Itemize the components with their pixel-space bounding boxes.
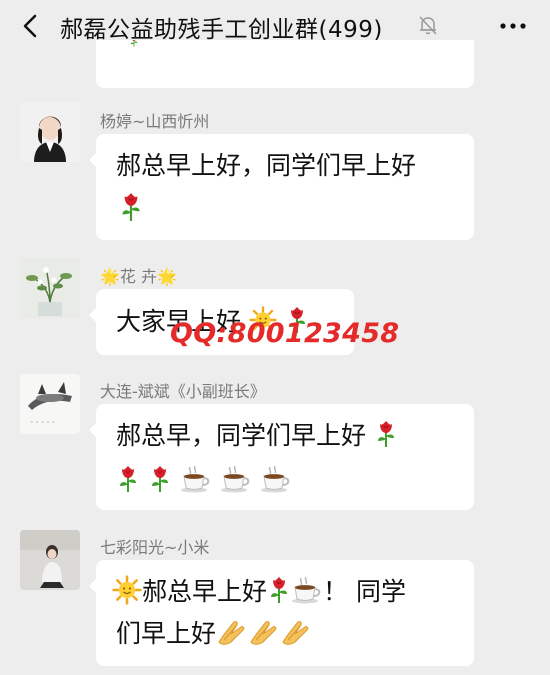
- message-emoji-line: [116, 458, 292, 498]
- avatar[interactable]: ◦ ◦ ◦ ◦ ◦: [20, 374, 80, 434]
- more-icon[interactable]: [496, 13, 530, 39]
- rose-emoji: [116, 465, 140, 493]
- message-bubble[interactable]: 郝总早上好！ 同学 们早上好: [89, 560, 474, 666]
- coffee-emoji: [180, 465, 212, 493]
- rose-emoji: [118, 192, 144, 222]
- sender-name: 杨婷~山西忻州: [100, 112, 210, 131]
- sender-name: 🌟花 卉🌟: [100, 267, 177, 286]
- pray-hands-emoji: [280, 618, 312, 646]
- avatar[interactable]: [20, 258, 80, 318]
- message-bubble[interactable]: 郝总早，同学们早上好: [89, 404, 474, 510]
- star-emoji: 🌟: [157, 267, 177, 286]
- rose-emoji: [124, 40, 144, 66]
- sun-emoji: [112, 575, 142, 605]
- message-text: 们早上好: [116, 614, 312, 654]
- star-emoji: 🌟: [100, 267, 120, 286]
- bell-off-icon: [419, 16, 437, 35]
- watermark: QQ:800123458: [170, 318, 400, 349]
- message-bubble[interactable]: 郝总早上好，同学们早上好: [89, 134, 474, 240]
- chevron-left-icon[interactable]: [14, 8, 48, 44]
- rose-emoji: [148, 465, 172, 493]
- avatar[interactable]: [20, 102, 80, 162]
- message-text: 郝总早上好，同学们早上好: [116, 151, 417, 180]
- svg-text:◦ ◦ ◦ ◦ ◦: ◦ ◦ ◦ ◦ ◦: [30, 419, 55, 426]
- message-text: 郝总早，同学们早上好: [116, 416, 398, 456]
- rose-emoji: [374, 420, 398, 448]
- coffee-emoji: [220, 465, 252, 493]
- sender-name: 大连-斌斌《小副班长》: [100, 382, 266, 401]
- message-bubble-partial: [96, 40, 474, 88]
- sender-name: 七彩阳光~小米: [100, 538, 210, 557]
- message-text: 郝总早上好！ 同学: [112, 572, 406, 612]
- pray-hands-emoji: [248, 618, 280, 646]
- coffee-emoji: [260, 465, 292, 493]
- pray-hands-emoji: [216, 618, 248, 646]
- chat-title: 郝磊公益助残手工创业群(499): [60, 17, 383, 43]
- rose-emoji: [267, 576, 291, 604]
- avatar[interactable]: [20, 530, 80, 590]
- coffee-emoji: [291, 576, 323, 604]
